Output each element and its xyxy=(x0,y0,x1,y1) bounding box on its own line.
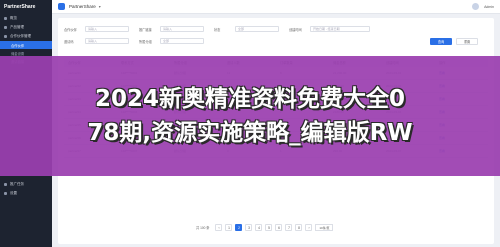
user-name[interactable]: Admin xyxy=(484,5,494,9)
filter-row-2: 邀请码 请输入 所属分组 全部 xyxy=(64,38,204,44)
users-icon xyxy=(4,35,7,38)
box-icon xyxy=(4,26,7,29)
page-button[interactable]: 3 xyxy=(245,224,253,231)
filter-row-1: 合作伙伴 请输入 推广链接 请输入 状态 全部 创建时间 开始日期 - 结束日期 xyxy=(64,26,370,32)
banner-line-1: 2024新奥精准资料免费大全0 xyxy=(94,86,406,112)
page-button[interactable]: 4 xyxy=(255,224,263,231)
filter-status: 状态 全部 xyxy=(214,26,279,32)
page-button[interactable]: 7 xyxy=(285,224,293,231)
pagination-total: 共 100 条 xyxy=(196,226,210,230)
page-button[interactable]: 6 xyxy=(275,224,283,231)
page-button[interactable]: 1 xyxy=(225,224,233,231)
filter-date: 创建时间 开始日期 - 结束日期 xyxy=(289,26,370,32)
search-button[interactable]: 查询 xyxy=(430,38,452,45)
filter-label: 所属分组 xyxy=(139,39,152,44)
page-size-select[interactable]: 10条/页 xyxy=(315,224,334,231)
page-list: 12345678 xyxy=(225,224,303,231)
banner-line-2: 78期,资源实施策略_编辑版RW xyxy=(87,120,413,146)
filter-invite-code: 邀请码 请输入 xyxy=(64,38,129,44)
sidebar-item-label: 合作伙伴管理 xyxy=(10,34,31,38)
status-select[interactable]: 全部 xyxy=(235,26,279,32)
user-area: Admin xyxy=(472,3,494,10)
brand-name: PartnerShare xyxy=(4,4,36,10)
prev-page-button[interactable]: ‹ xyxy=(215,224,223,231)
filter-label: 合作伙伴 xyxy=(64,27,77,32)
sidebar-item-label: 设置 xyxy=(10,191,17,195)
sidebar-item-label: 推广任务 xyxy=(10,182,24,186)
dashboard-icon xyxy=(4,17,7,20)
top-bar: PartnerShare ▾ Admin xyxy=(52,0,500,14)
next-page-button[interactable]: › xyxy=(305,224,313,231)
page-button[interactable]: 5 xyxy=(265,224,273,231)
filter-label: 邀请码 xyxy=(64,39,74,44)
sidebar-item-overview[interactable]: 概览 xyxy=(0,14,52,23)
group-select[interactable]: 全部 xyxy=(160,38,204,44)
sidebar-item-tasks[interactable]: 推广任务 xyxy=(0,180,52,189)
sidebar-subitem-partner-list[interactable]: 合作伙伴 xyxy=(0,41,52,49)
filter-label: 状态 xyxy=(214,27,221,32)
filter-link: 推广链接 请输入 xyxy=(139,26,204,32)
filter-label: 推广链接 xyxy=(139,27,152,32)
pagination: 共 100 条 ‹ 12345678 › 10条/页 xyxy=(196,224,334,231)
sidebar-item-partners[interactable]: 合作伙伴管理 xyxy=(0,32,52,41)
sidebar-item-label: 产品管理 xyxy=(10,25,24,29)
sidebar-item-products[interactable]: 产品管理 xyxy=(0,23,52,32)
invite-code-input[interactable]: 请输入 xyxy=(85,38,129,44)
filter-partner: 合作伙伴 请输入 xyxy=(64,26,129,32)
gear-icon xyxy=(4,192,7,195)
chevron-down-icon[interactable]: ▾ xyxy=(99,4,101,9)
flag-icon xyxy=(4,183,7,186)
app-title: PartnerShare xyxy=(69,4,96,9)
avatar[interactable] xyxy=(472,3,480,10)
filter-group: 所属分组 全部 xyxy=(139,38,204,44)
page-button[interactable]: 2 xyxy=(235,224,243,231)
sidebar-item-label: 概览 xyxy=(10,16,17,20)
partner-input[interactable]: 请输入 xyxy=(85,26,129,32)
date-range-input[interactable]: 开始日期 - 结束日期 xyxy=(310,26,370,32)
link-input[interactable]: 请输入 xyxy=(160,26,204,32)
overlay-banner: 2024新奥精准资料免费大全0 78期,资源实施策略_编辑版RW xyxy=(0,56,500,176)
app-logo-icon xyxy=(58,3,65,10)
sidebar-item-settings[interactable]: 设置 xyxy=(0,189,52,198)
reset-button[interactable]: 重置 xyxy=(456,38,478,45)
filter-label: 创建时间 xyxy=(289,27,302,32)
page-button[interactable]: 8 xyxy=(295,224,303,231)
